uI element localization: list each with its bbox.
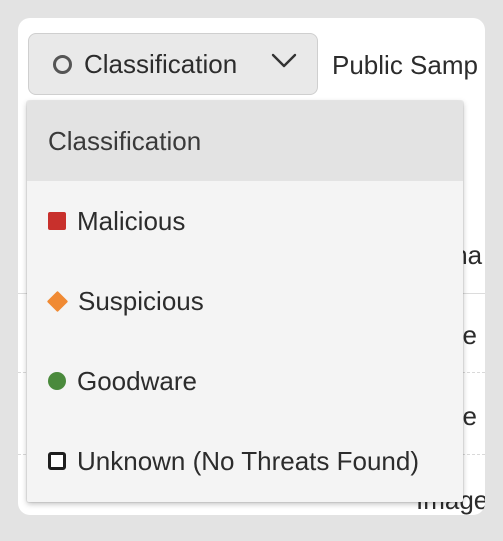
diamond-icon bbox=[46, 290, 69, 312]
menu-item-goodware[interactable]: Goodware bbox=[27, 341, 463, 421]
chevron-down-icon bbox=[271, 53, 297, 68]
circle-icon bbox=[48, 372, 66, 390]
menu-item-unknown[interactable]: Unknown (No Threats Found) bbox=[27, 421, 463, 501]
ring-icon bbox=[53, 54, 72, 74]
menu-item-label: Suspicious bbox=[78, 285, 204, 316]
public-samples-filter-label[interactable]: Public Samp bbox=[332, 50, 478, 81]
content-panel: ma ge ge Image Classification Public Sam… bbox=[18, 18, 485, 515]
menu-item-label: Unknown (No Threats Found) bbox=[77, 445, 420, 476]
dropdown-header: Classification bbox=[27, 101, 463, 181]
filter-label: Classification bbox=[84, 48, 238, 79]
menu-item-label: Goodware bbox=[77, 365, 197, 396]
dropdown-header-label: Classification bbox=[48, 125, 202, 156]
screen-frame: ma ge ge Image Classification Public Sam… bbox=[0, 0, 503, 541]
menu-item-label: Malicious bbox=[77, 205, 186, 236]
menu-item-malicious[interactable]: Malicious bbox=[27, 181, 463, 261]
square-icon bbox=[48, 212, 66, 230]
classification-dropdown-menu: Classification Malicious Suspicious Good… bbox=[27, 101, 463, 502]
classification-filter-button[interactable]: Classification bbox=[28, 33, 318, 95]
hollow-square-icon bbox=[48, 452, 66, 470]
menu-item-suspicious[interactable]: Suspicious bbox=[27, 261, 463, 341]
